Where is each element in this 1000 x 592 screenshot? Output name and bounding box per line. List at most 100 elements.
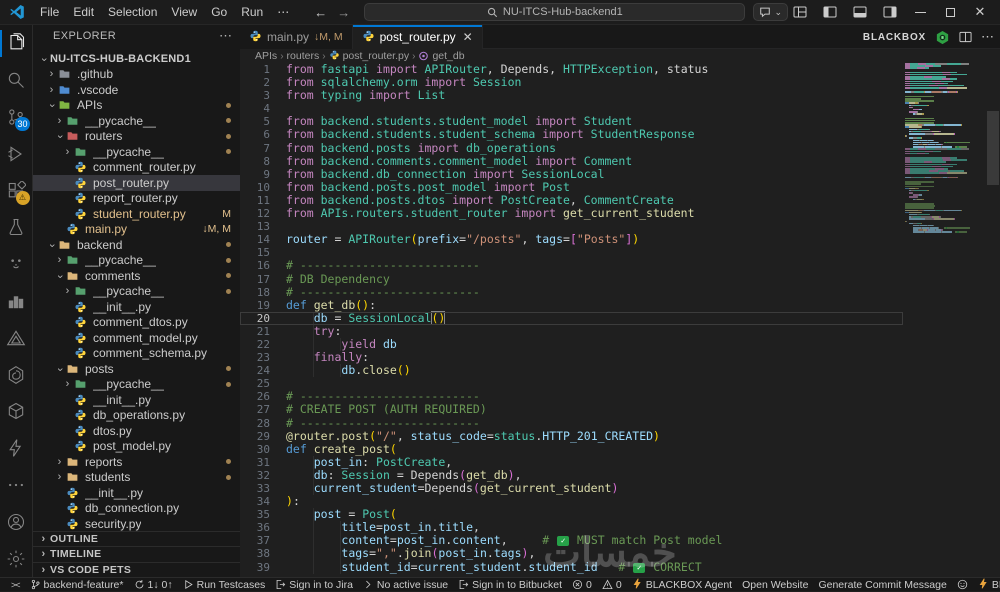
more-icon[interactable]	[0, 467, 33, 504]
tree-row[interactable]: __init__.py	[33, 485, 240, 501]
back-icon[interactable]: ←	[314, 5, 327, 20]
tree-row[interactable]: __init__.py	[33, 299, 240, 315]
command-center-search[interactable]: NU-ITCS-Hub-backend1	[364, 3, 745, 21]
toggle-secondary-sidebar-icon[interactable]	[878, 2, 902, 22]
tree-row[interactable]: post_model.py	[33, 439, 240, 455]
tree-row[interactable]: report_router.py	[33, 191, 240, 207]
status-0[interactable]: 0	[597, 578, 627, 591]
run-debug-icon[interactable]	[0, 135, 33, 172]
code-line-12[interactable]: 12from APIs.routers.student_router impor…	[240, 207, 903, 220]
tree-row[interactable]: main.py↓M, M	[33, 222, 240, 238]
code-line-21[interactable]: 21 try:	[240, 325, 903, 338]
tab-post_router-py[interactable]: post_router.py✕	[353, 25, 483, 49]
code-line-33[interactable]: 33 current_student=Depends(get_current_s…	[240, 482, 903, 495]
tree-row[interactable]: ›posts	[33, 361, 240, 377]
tree-row[interactable]: ›.github	[33, 67, 240, 83]
tree-row[interactable]: ›students	[33, 470, 240, 486]
restore-button[interactable]	[938, 2, 962, 22]
close-tab-icon[interactable]: ✕	[463, 30, 473, 44]
editor-more-icon[interactable]: ⋯	[981, 29, 994, 45]
settings-icon[interactable]	[0, 540, 33, 577]
tree-row[interactable]: ›APIs	[33, 98, 240, 114]
split-editor-icon[interactable]	[959, 31, 972, 43]
status-0[interactable]: 0	[567, 578, 597, 591]
status-no-active-issue[interactable]: No active issue	[358, 578, 453, 591]
tree-row[interactable]: dtos.py	[33, 423, 240, 439]
tree-row[interactable]: ›__pycache__	[33, 253, 240, 269]
tree-row[interactable]: db_connection.py	[33, 501, 240, 517]
explorer-icon[interactable]	[0, 25, 33, 62]
sidebar-more-icon[interactable]: ⋯	[219, 28, 232, 44]
status-sign-in-to-jira[interactable]: Sign in to Jira	[270, 578, 358, 591]
layout-grid-icon[interactable]	[788, 2, 812, 22]
breadcrumb-item[interactable]: post_router.py	[329, 50, 410, 63]
toggle-sidebar-icon[interactable]	[818, 2, 842, 22]
source-control-icon[interactable]: 30	[0, 99, 33, 136]
breadcrumb[interactable]: APIs›routers›post_router.py›get_db	[240, 49, 1000, 63]
tab-main-py[interactable]: main.py↓M, M	[240, 25, 353, 49]
search-icon[interactable]	[0, 62, 33, 99]
forward-icon[interactable]: →	[337, 5, 350, 20]
menu-file[interactable]: File	[33, 0, 66, 25]
breadcrumb-item[interactable]: routers	[287, 50, 320, 62]
status-blackbox-agent[interactable]: BLACKBOX Agent	[627, 578, 737, 591]
menu-edit[interactable]: Edit	[66, 0, 101, 25]
tree-row[interactable]: ›__pycache__	[33, 113, 240, 129]
menu-selection[interactable]: Selection	[101, 0, 164, 25]
tree-row[interactable]: ›backend	[33, 237, 240, 253]
minimize-button[interactable]	[908, 2, 932, 22]
status-1-0-[interactable]: 1↓ 0↑	[129, 578, 178, 591]
account-icon[interactable]	[0, 503, 33, 540]
tree-row[interactable]: ›routers	[33, 129, 240, 145]
tree-row[interactable]: ›__pycache__	[33, 144, 240, 160]
code-line-24[interactable]: 24 db.close()	[240, 364, 903, 377]
tree-row[interactable]: db_operations.py	[33, 408, 240, 424]
menu-[interactable]: ⋯	[270, 0, 296, 25]
thunder-icon[interactable]	[0, 430, 33, 467]
scrollbar[interactable]	[986, 63, 1000, 577]
code-area[interactable]: 1from fastapi import APIRouter, Depends,…	[240, 63, 1000, 577]
status-sign-in-to-bitbucket[interactable]: Sign in to Bitbucket	[453, 578, 567, 591]
breadcrumb-item[interactable]: APIs	[255, 50, 277, 62]
tree-row[interactable]: comment_router.py	[33, 160, 240, 176]
code-line-14[interactable]: 14router = APIRouter(prefix="/posts", ta…	[240, 233, 903, 246]
tree-row[interactable]: ›reports	[33, 454, 240, 470]
tree-row[interactable]: ›__pycache__	[33, 377, 240, 393]
status-open-website[interactable]: Open Website	[737, 578, 813, 591]
tree-row[interactable]: post_router.py	[33, 175, 240, 191]
tree-row[interactable]: ›__pycache__	[33, 284, 240, 300]
status-backend-feature-[interactable]: backend-feature*	[25, 578, 129, 591]
breadcrumb-item[interactable]: get_db	[418, 50, 464, 62]
copilot-button[interactable]: ⌄	[753, 3, 788, 21]
testing-icon[interactable]	[0, 209, 33, 246]
tree-row[interactable]: ›.vscode	[33, 82, 240, 98]
section-timeline[interactable]: ›TIMELINE	[33, 546, 240, 561]
blackbox-hexagon-icon[interactable]	[935, 30, 950, 45]
chart-icon[interactable]	[0, 283, 33, 320]
tree-row[interactable]: ›comments	[33, 268, 240, 284]
status-smiley[interactable]	[952, 578, 973, 591]
tree-row[interactable]: comment_model.py	[33, 330, 240, 346]
menu-run[interactable]: Run	[234, 0, 270, 25]
code-line-39[interactable]: 39 student_id=current_student.student_id…	[240, 561, 903, 574]
tree-row[interactable]: student_router.pyM	[33, 206, 240, 222]
status-run-testcases[interactable]: Run Testcases	[178, 578, 271, 591]
menu-go[interactable]: Go	[204, 0, 234, 25]
tree-row[interactable]: security.py	[33, 516, 240, 532]
tree-root[interactable]: ›NU-ITCS-HUB-BACKEND1	[33, 51, 240, 67]
tree-row[interactable]: __init__.py	[33, 392, 240, 408]
tree-row[interactable]: comment_schema.py	[33, 346, 240, 362]
tree-row[interactable]: comment_dtos.py	[33, 315, 240, 331]
triangle-icon[interactable]	[0, 319, 33, 356]
close-button[interactable]: ✕	[968, 2, 992, 22]
status-remote[interactable]: ><	[6, 578, 25, 591]
status-blackboxai-open-chat[interactable]: BLACKBOXAI: Open Chat	[973, 578, 1000, 591]
menu-view[interactable]: View	[164, 0, 204, 25]
code-line-3[interactable]: 3from typing import List	[240, 89, 903, 102]
spiral-icon[interactable]	[0, 356, 33, 393]
pets-icon[interactable]	[0, 246, 33, 283]
cube-icon[interactable]	[0, 393, 33, 430]
section-outline[interactable]: ›OUTLINE	[33, 531, 240, 546]
section-vs-code-pets[interactable]: ›VS CODE PETS	[33, 562, 240, 577]
toggle-panel-icon[interactable]	[848, 2, 872, 22]
